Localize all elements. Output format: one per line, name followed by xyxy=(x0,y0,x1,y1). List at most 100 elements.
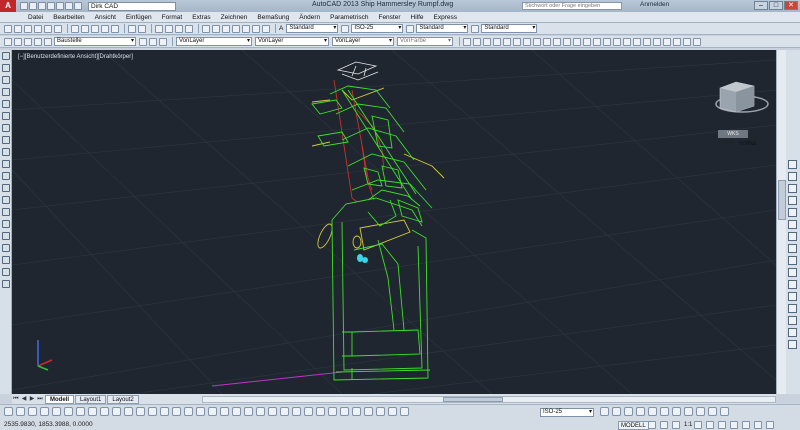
insert-block-icon[interactable] xyxy=(2,184,10,192)
ucs-z-icon[interactable] xyxy=(693,37,701,46)
lineweight-select[interactable]: VonLayer xyxy=(332,37,394,46)
mleaderstyle-select[interactable]: Standard xyxy=(481,24,538,33)
orbit-icon[interactable] xyxy=(473,37,481,46)
wcs-menu-button[interactable]: WKS xyxy=(718,130,748,138)
visual-style-icon[interactable] xyxy=(463,37,471,46)
zoom-realtime-icon[interactable] xyxy=(165,24,173,33)
view-left-icon[interactable] xyxy=(503,37,511,46)
view-iso-ne-icon[interactable] xyxy=(563,37,571,46)
ucs-y-icon[interactable] xyxy=(683,37,691,46)
dim-arc-icon[interactable] xyxy=(196,407,205,416)
dimstyle-manager-icon[interactable] xyxy=(600,407,609,416)
cursor-coordinates[interactable]: 2535.9830, 1853.3988, 0.0000 xyxy=(4,421,93,428)
inspection-icon[interactable] xyxy=(352,407,361,416)
tab-first-icon[interactable]: ⏮ xyxy=(12,395,20,403)
undo-icon[interactable] xyxy=(65,2,73,10)
print-icon[interactable] xyxy=(56,2,64,10)
circle-icon[interactable] xyxy=(2,124,10,132)
add-selected-icon[interactable] xyxy=(2,280,10,288)
transparency-icon[interactable] xyxy=(124,407,133,416)
redo-icon[interactable] xyxy=(74,2,82,10)
layer-previous-icon[interactable] xyxy=(149,37,157,46)
menu-bearbeiten[interactable]: Bearbeiten xyxy=(53,14,84,21)
erase-icon[interactable] xyxy=(788,160,797,169)
make-current-icon[interactable] xyxy=(139,37,147,46)
close-icon[interactable]: ✕ xyxy=(784,1,798,10)
lock-ui-icon[interactable] xyxy=(718,421,727,429)
color-select[interactable]: VonLayer xyxy=(176,37,252,46)
tablestyle-select[interactable]: Standard xyxy=(416,24,469,33)
plotstyle-select[interactable]: VonFarbe xyxy=(397,37,453,46)
drawing-viewport[interactable]: [−][Benutzerdefinierte Ansicht][Drahtkör… xyxy=(12,50,776,394)
dim-edit-icon[interactable] xyxy=(376,407,385,416)
tab-next-icon[interactable]: ▶ xyxy=(28,395,36,403)
markup-icon[interactable] xyxy=(242,24,250,33)
annotation-monitor-icon[interactable] xyxy=(160,407,169,416)
hatch-icon[interactable] xyxy=(2,220,10,228)
dim-angular-icon[interactable] xyxy=(256,407,265,416)
menu-hilfe[interactable]: Hilfe xyxy=(411,14,424,21)
quickview-drawings-icon[interactable] xyxy=(660,421,668,429)
join-icon[interactable] xyxy=(788,304,797,313)
design-center-icon[interactable] xyxy=(212,24,220,33)
osnap-icon[interactable] xyxy=(52,407,61,416)
gradient-icon[interactable] xyxy=(2,232,10,240)
layer-iso-icon[interactable] xyxy=(159,37,167,46)
bulb-icon[interactable] xyxy=(24,37,32,46)
menu-fenster[interactable]: Fenster xyxy=(378,14,400,21)
spline-icon[interactable] xyxy=(2,148,10,156)
hardware-accel-icon[interactable] xyxy=(730,421,739,429)
tool-palettes-icon[interactable] xyxy=(222,24,230,33)
workspace-select[interactable]: Dirk CAD xyxy=(88,1,176,11)
annotation-autoscale-icon[interactable] xyxy=(694,421,703,429)
layer-select[interactable]: Baustelle xyxy=(54,37,136,46)
dim-radius-icon[interactable] xyxy=(220,407,229,416)
menu-einfuegen[interactable]: Einfügen xyxy=(126,14,152,21)
saveas-icon[interactable] xyxy=(47,2,55,10)
pan-icon[interactable] xyxy=(155,24,163,33)
copy-icon[interactable] xyxy=(81,24,89,33)
ellipse-arc-icon[interactable] xyxy=(2,172,10,180)
selection-cycling-icon[interactable] xyxy=(148,407,157,416)
undo-icon[interactable] xyxy=(128,24,136,33)
revision-cloud-icon[interactable] xyxy=(2,136,10,144)
view-nw2-icon[interactable] xyxy=(696,407,705,416)
polar-icon[interactable] xyxy=(40,407,49,416)
dim-jogged-icon[interactable] xyxy=(232,407,241,416)
view-iso-sw-icon[interactable] xyxy=(543,37,551,46)
snap-icon[interactable] xyxy=(4,407,13,416)
sheet-set-icon[interactable] xyxy=(232,24,240,33)
3dosnap-icon[interactable] xyxy=(64,407,73,416)
match-properties-icon[interactable] xyxy=(101,24,109,33)
point-icon[interactable] xyxy=(2,208,10,216)
view-front-icon[interactable] xyxy=(523,37,531,46)
otrack-icon[interactable] xyxy=(76,407,85,416)
minimize-icon[interactable]: – xyxy=(754,1,768,10)
move-icon[interactable] xyxy=(788,220,797,229)
layer-state-icon[interactable] xyxy=(14,37,22,46)
properties-icon[interactable] xyxy=(202,24,210,33)
view-manager-icon[interactable] xyxy=(720,407,729,416)
make-block-icon[interactable] xyxy=(2,196,10,204)
annotation-scale[interactable]: 1:1 xyxy=(684,421,692,430)
explode-icon[interactable] xyxy=(788,340,797,349)
tolerance-icon[interactable] xyxy=(328,407,337,416)
scrollbar-thumb[interactable] xyxy=(443,397,503,402)
mtext-icon[interactable] xyxy=(2,268,10,276)
menu-aendern[interactable]: Ändern xyxy=(299,14,320,21)
help-icon[interactable] xyxy=(262,24,270,33)
model-space-toggle[interactable]: MODELL xyxy=(618,421,649,430)
dim-ordinate-icon[interactable] xyxy=(208,407,217,416)
quick-properties-icon[interactable] xyxy=(136,407,145,416)
ucs-previous-icon[interactable] xyxy=(603,37,611,46)
save-icon[interactable] xyxy=(24,24,32,33)
open-icon[interactable] xyxy=(29,2,37,10)
ucs-3point-icon[interactable] xyxy=(663,37,671,46)
menu-format[interactable]: Format xyxy=(162,14,183,21)
zoom-previous-icon[interactable] xyxy=(185,24,193,33)
status-menu-icon[interactable] xyxy=(754,421,763,429)
horizontal-scrollbar[interactable] xyxy=(202,396,776,403)
lineweight-toggle-icon[interactable] xyxy=(112,407,121,416)
dyn-icon[interactable] xyxy=(100,407,109,416)
view-iso-nw-icon[interactable] xyxy=(573,37,581,46)
